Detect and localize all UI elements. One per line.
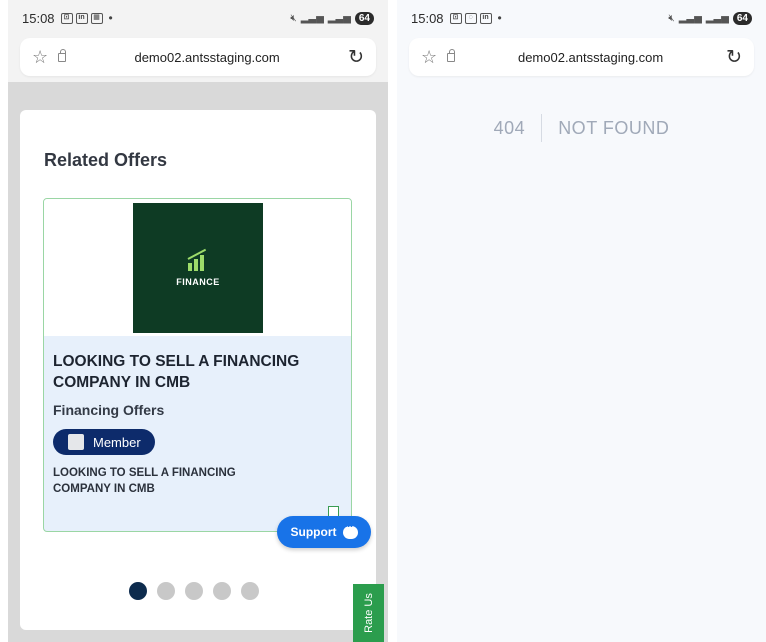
not-found-message: 404 NOT FOUND	[397, 114, 766, 142]
offer-image-area: FINANCE	[44, 199, 351, 336]
signal-icon: ▂▃▅	[300, 12, 324, 24]
reload-icon[interactable]: ↻	[726, 46, 742, 69]
bookmark-star-icon[interactable]: ☆	[421, 47, 437, 68]
browser-address-bar[interactable]: ☆ demo02.antsstaging.com ↻	[20, 38, 376, 76]
more-dot-icon: •	[108, 11, 113, 25]
right-phone-screen: 15:08 ⊡ ◌ in • 🔇︎ ▂▃▅ ▂▃▅ 64 ☆ demo02.an…	[397, 0, 766, 642]
notification-icons: ⊡ ◌ in •	[449, 11, 502, 25]
status-bar: 15:08 ⊡ ◌ in • 🔇︎ ▂▃▅ ▂▃▅ 64	[397, 0, 766, 36]
bookmark-star-icon[interactable]: ☆	[32, 47, 48, 68]
offer-title[interactable]: LOOKING TO SELL A FINANCING COMPANY IN C…	[53, 351, 343, 393]
related-offers-title: Related Offers	[44, 150, 168, 170]
reload-icon[interactable]: ↻	[348, 46, 364, 69]
rate-us-tab[interactable]: Rate Us	[353, 584, 384, 642]
grid-icon: ▦	[90, 12, 103, 24]
mute-icon: 🔇︎	[668, 12, 675, 24]
linkedin-icon: in	[75, 12, 88, 24]
carousel-dot-2[interactable]	[157, 582, 175, 600]
url-text[interactable]: demo02.antsstaging.com	[66, 50, 348, 65]
offer-category: Financing Offers	[53, 402, 165, 418]
offer-description: LOOKING TO SELL A FINANCING COMPANY IN C…	[53, 467, 236, 495]
carousel-dot-4[interactable]	[213, 582, 231, 600]
member-badge: Member	[53, 429, 155, 455]
browser-address-bar[interactable]: ☆ demo02.antsstaging.com ↻	[409, 38, 754, 76]
carousel-pagination	[129, 582, 259, 600]
carousel-dot-1[interactable]	[129, 582, 147, 600]
error-code: 404	[493, 117, 526, 138]
notification-icons: ⊡ in ▦ •	[60, 11, 113, 25]
signal2-icon: ▂▃▅	[705, 12, 729, 24]
rate-us-label: Rate Us	[362, 593, 375, 633]
scan-icon: ⊡	[449, 12, 462, 24]
system-icons: 🔇︎ ▂▃▅ ▂▃▅ 64	[668, 11, 752, 25]
status-time: 15:08	[411, 10, 444, 26]
system-icons: 🔇︎ ▂▃▅ ▂▃▅ 64	[290, 11, 374, 25]
url-text[interactable]: demo02.antsstaging.com	[455, 50, 726, 65]
status-bar: 15:08 ⊡ in ▦ • 🔇︎ ▂▃▅ ▂▃▅ 64	[8, 0, 388, 36]
linkedin-icon: in	[479, 12, 492, 24]
finance-image[interactable]: FINANCE	[133, 203, 263, 333]
status-time: 15:08	[22, 10, 55, 26]
signal2-icon: ▂▃▅	[327, 12, 351, 24]
related-offers-panel: Related Offers FINANCE LOOKING TO SELL A…	[20, 110, 376, 630]
member-badge-label: Member	[93, 434, 141, 450]
left-phone-screen: 15:08 ⊡ in ▦ • 🔇︎ ▂▃▅ ▂▃▅ 64 ☆ demo02.an…	[8, 0, 388, 642]
more-dot-icon: •	[497, 11, 502, 25]
whatsapp-icon: ◌	[464, 12, 477, 24]
signal-icon: ▂▃▅	[678, 12, 702, 24]
battery-icon: 64	[354, 11, 374, 25]
carousel-dot-3[interactable]	[185, 582, 203, 600]
error-message: NOT FOUND	[558, 117, 670, 138]
support-button-label: Support	[290, 525, 337, 539]
scan-icon: ⊡	[60, 12, 73, 24]
mute-icon: 🔇︎	[290, 12, 297, 24]
avatar	[68, 434, 84, 450]
carousel-dot-5[interactable]	[241, 582, 259, 600]
lock-icon	[447, 48, 456, 62]
support-button[interactable]: Support	[277, 516, 371, 548]
chat-bubble-icon	[342, 521, 358, 539]
finance-chart-icon	[186, 248, 210, 271]
lock-icon	[58, 48, 67, 62]
battery-icon: 64	[732, 11, 752, 25]
offer-card[interactable]: FINANCE LOOKING TO SELL A FINANCING COMP…	[43, 198, 352, 532]
finance-image-label: FINANCE	[176, 277, 220, 287]
